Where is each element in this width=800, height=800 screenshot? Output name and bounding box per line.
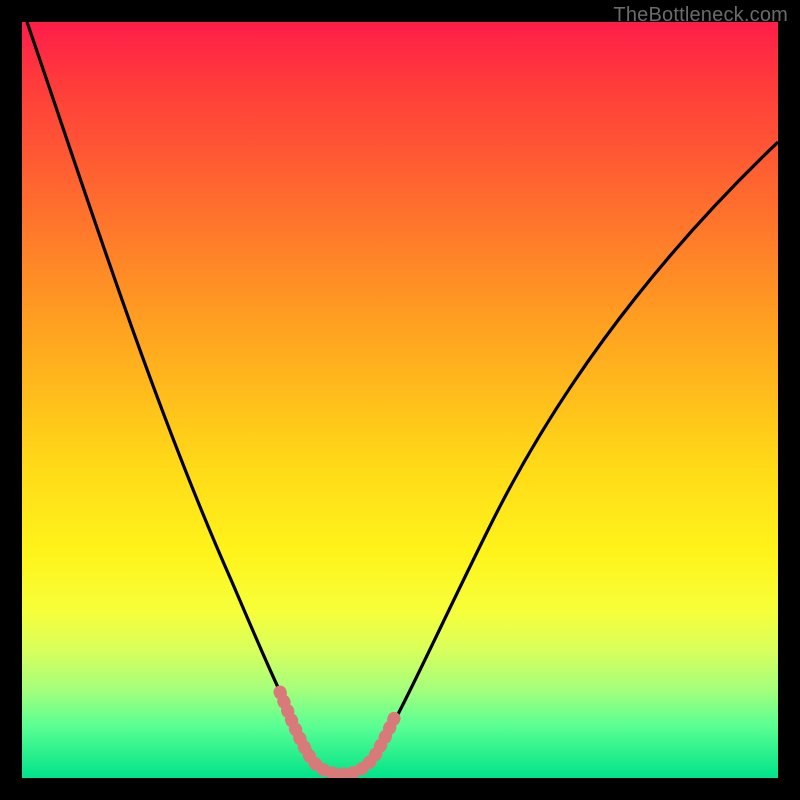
plot-area: [22, 22, 778, 778]
highlight-segment: [280, 692, 396, 774]
curve-path: [27, 22, 778, 774]
bottleneck-curve: [22, 22, 778, 778]
chart-frame: TheBottleneck.com: [0, 0, 800, 800]
watermark-text: TheBottleneck.com: [613, 4, 788, 27]
